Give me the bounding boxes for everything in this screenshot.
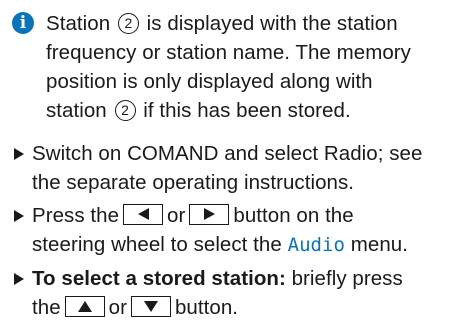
step-text: steering wheel to select the — [32, 233, 288, 256]
circled-number-2: 2 — [117, 13, 139, 34]
note-text: Station — [46, 12, 116, 35]
step-text: button. — [174, 296, 239, 319]
step-text: Press the — [32, 204, 120, 227]
up-arrow-icon — [77, 301, 92, 312]
step-text: the — [32, 296, 61, 319]
bullet-arrow-icon — [14, 273, 24, 285]
step-text: briefly press — [285, 267, 403, 290]
manual-page: i Station 2 is displayed with the statio… — [0, 0, 458, 327]
left-arrow-icon — [138, 208, 150, 220]
right-arrow-button-icon — [189, 204, 230, 225]
step-text: button on the — [233, 204, 354, 227]
note-text: is displayed with the station — [140, 12, 398, 35]
note-line-2: frequency or station name. The memory — [46, 41, 411, 64]
circled-number-2: 2 — [114, 100, 136, 121]
step-text: or — [108, 296, 127, 319]
note-text: if this has been stored. — [137, 99, 351, 122]
step-line-2: the or button. — [32, 293, 238, 322]
step-line-1: To select a stored station: briefly pres… — [32, 264, 403, 293]
bullet-arrow-icon — [14, 148, 24, 160]
up-arrow-button-icon — [64, 296, 105, 317]
right-arrow-icon — [204, 208, 216, 220]
audio-menu-label: Audio — [287, 234, 346, 256]
down-arrow-icon — [143, 301, 158, 312]
step-bold-lead: To select a stored station: — [32, 267, 286, 290]
step-text: menu. — [345, 233, 409, 256]
step-line-2: the separate operating instructions. — [32, 171, 355, 194]
note-line-3: position is only displayed along with — [46, 70, 373, 93]
step-line-1: Press the or button on the — [32, 201, 354, 230]
step-line-1: Switch on COMAND and select Radio; see — [32, 142, 423, 165]
step-text: or — [167, 204, 186, 227]
left-arrow-button-icon — [123, 204, 164, 225]
down-arrow-button-icon — [130, 296, 171, 317]
info-icon: i — [12, 12, 34, 34]
note-text: station — [46, 99, 113, 122]
step-line-2: steering wheel to select the Audio menu. — [32, 230, 408, 260]
note-line-4: station 2 if this has been stored. — [46, 96, 351, 125]
note-line-1: Station 2 is displayed with the station — [46, 9, 398, 38]
bullet-arrow-icon — [14, 210, 24, 222]
